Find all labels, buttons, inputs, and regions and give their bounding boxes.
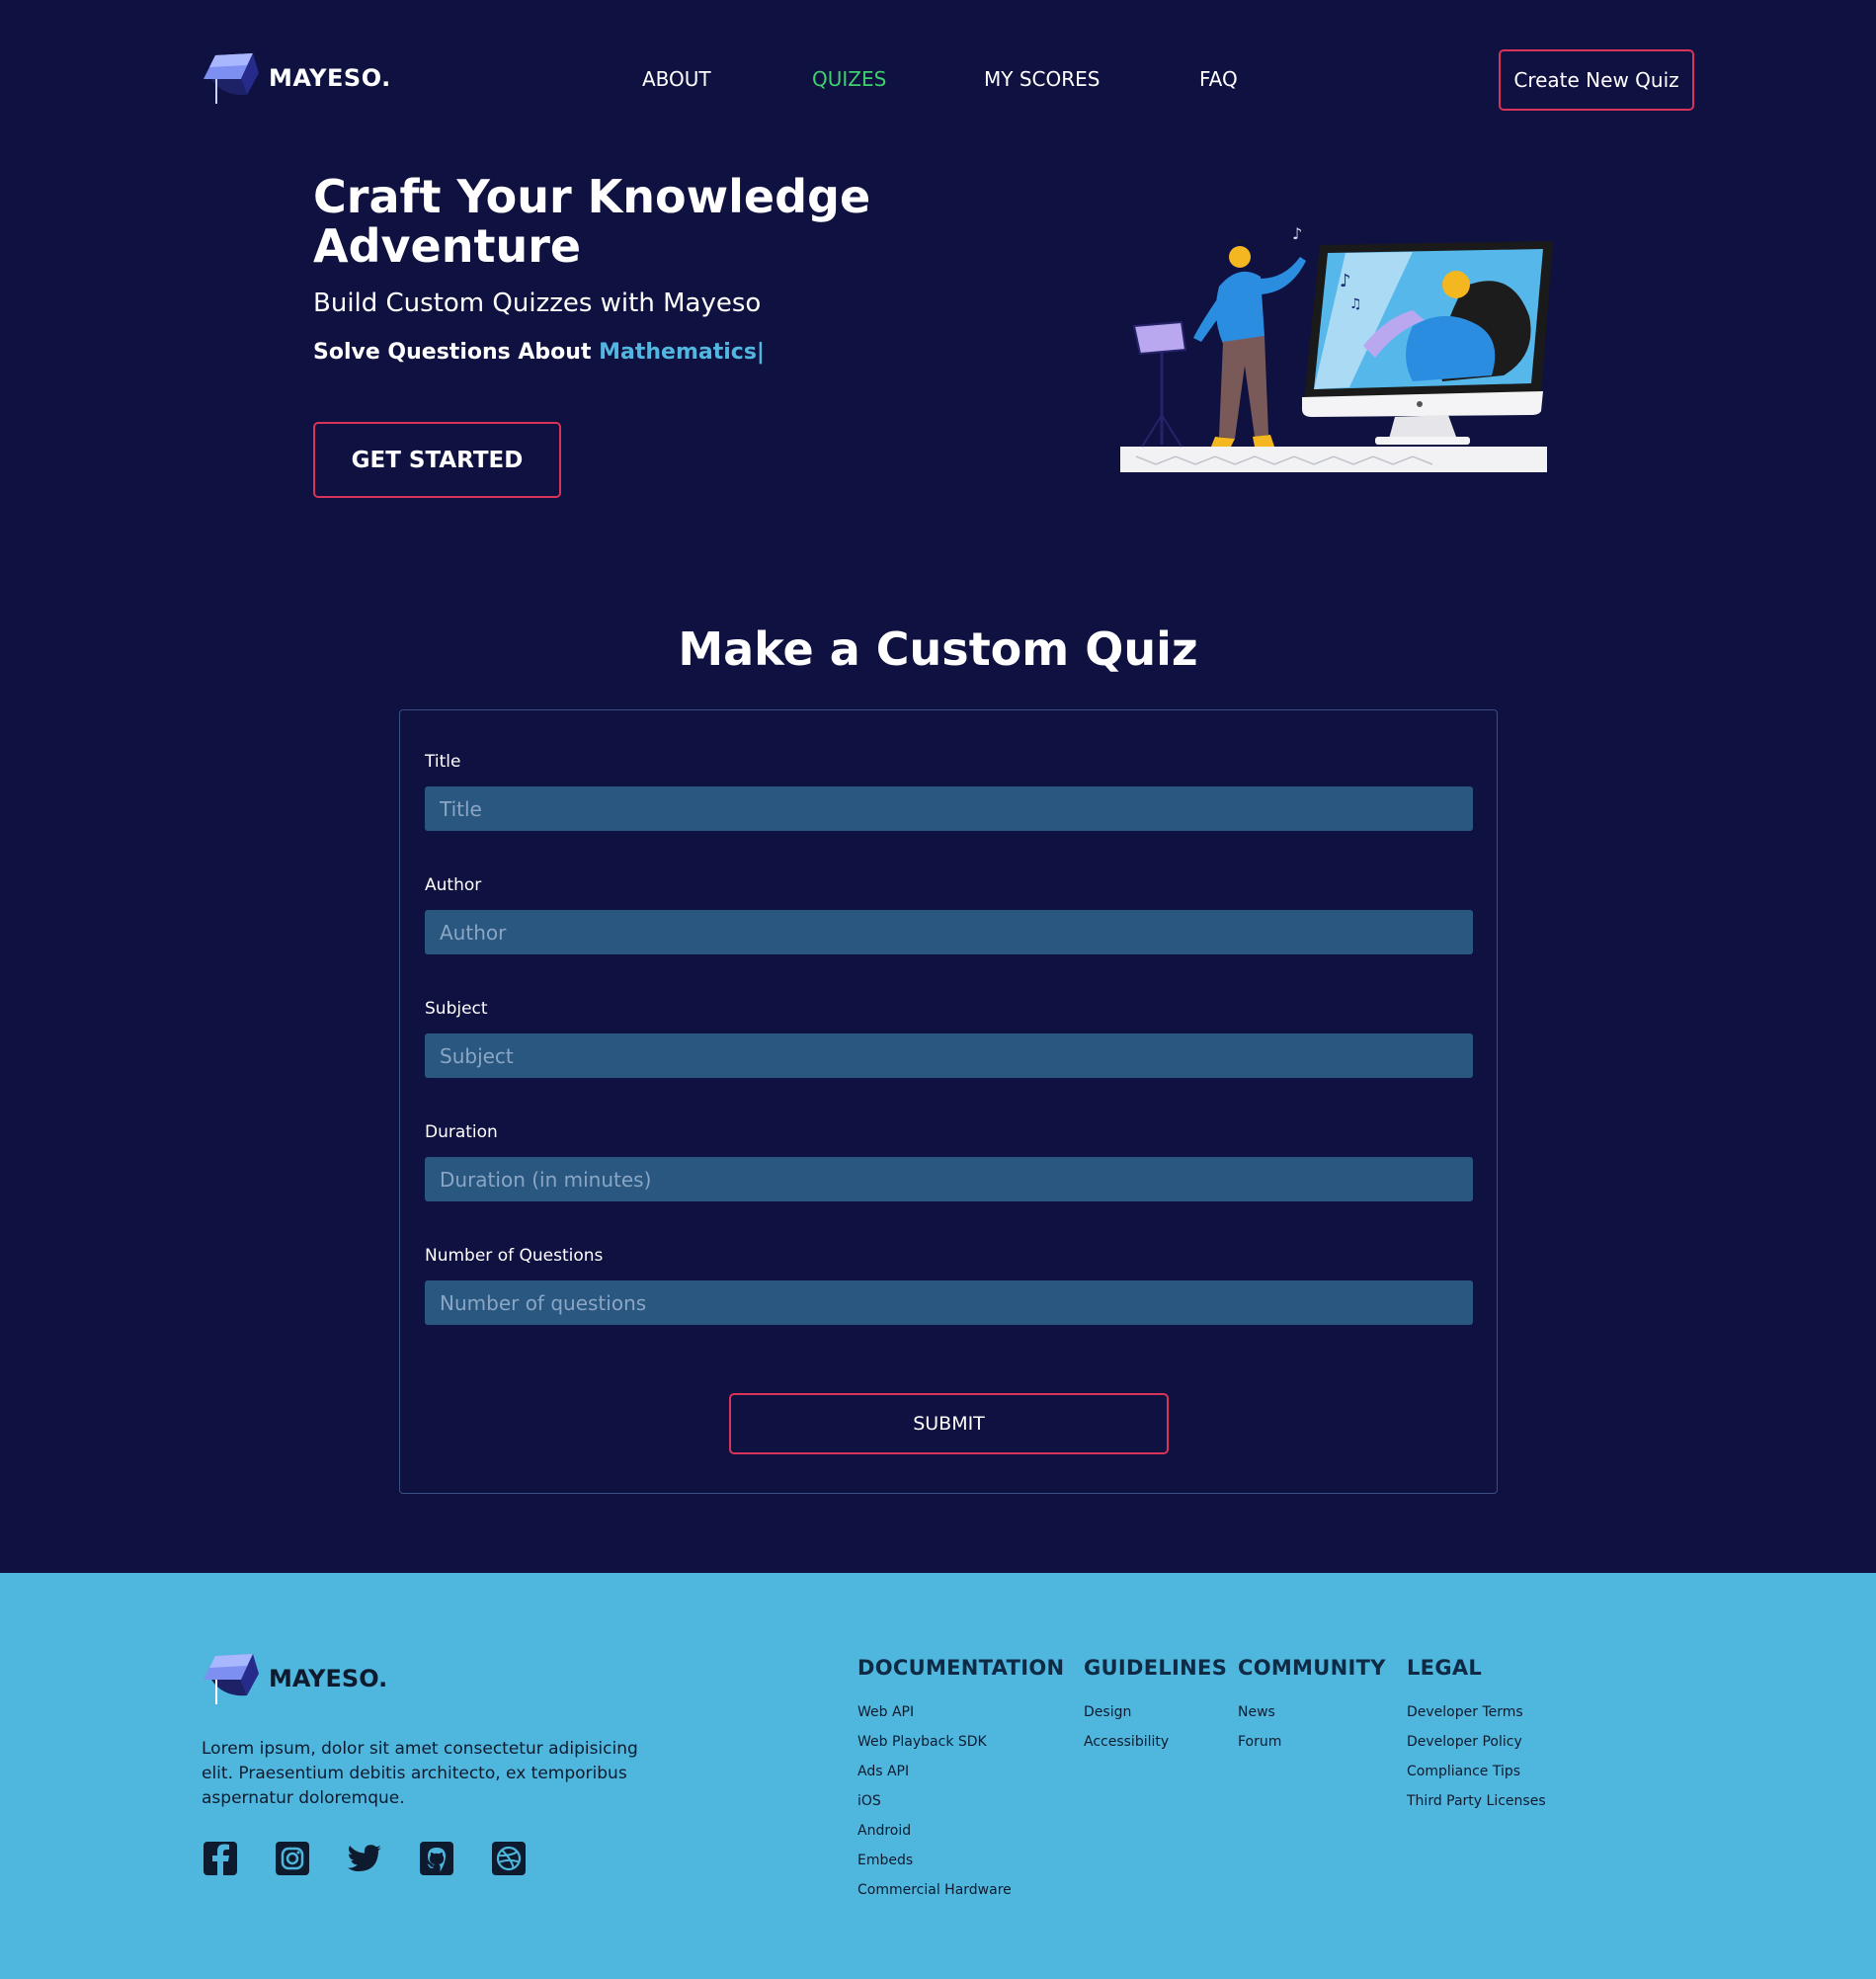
duration-input[interactable] <box>425 1157 1473 1201</box>
author-input[interactable] <box>425 910 1473 954</box>
social-links <box>202 1840 562 1877</box>
brand-name: MAYESO. <box>269 64 391 92</box>
duration-field-group: Duration <box>425 1122 1473 1201</box>
hero-subtitle: Build Custom Quizzes with Mayeso <box>313 289 762 318</box>
footer-link-forum[interactable]: Forum <box>1238 1727 1386 1757</box>
subject-label: Subject <box>425 999 488 1019</box>
footer-link-ads-api[interactable]: Ads API <box>857 1757 1064 1786</box>
nav-link-about[interactable]: ABOUT <box>642 67 711 91</box>
hero-illustration: ♪ ♫ ♪ <box>1120 227 1553 472</box>
footer-column-title: DOCUMENTATION <box>857 1656 1065 1680</box>
svg-text:♪: ♪ <box>1292 227 1302 243</box>
footer-column-title: COMMUNITY <box>1238 1656 1386 1680</box>
nav-link-quizes[interactable]: QUIZES <box>812 67 886 91</box>
brand-logo[interactable]: MAYESO. <box>202 49 391 107</box>
title-label: Title <box>425 752 461 772</box>
footer-link-web-api[interactable]: Web API <box>857 1697 1064 1727</box>
footer-link-embeds[interactable]: Embeds <box>857 1846 1064 1875</box>
author-label: Author <box>425 875 482 895</box>
footer-link-web-playback-sdk[interactable]: Web Playback SDK <box>857 1727 1064 1757</box>
svg-text:♪: ♪ <box>1340 271 1351 291</box>
hero-title: Craft Your Knowledge Adventure <box>313 172 926 271</box>
duration-label: Duration <box>425 1122 498 1142</box>
facebook-icon[interactable] <box>202 1840 239 1877</box>
question-count-label: Number of Questions <box>425 1246 604 1266</box>
title-input[interactable] <box>425 786 1473 831</box>
github-icon[interactable] <box>418 1840 455 1877</box>
top-navbar: MAYESO. ABOUT QUIZES MY SCORES FAQ Creat… <box>0 0 1876 158</box>
graduation-cap-icon <box>204 53 259 104</box>
get-started-button[interactable]: GET STARTED <box>313 422 561 498</box>
submit-button[interactable]: SUBMIT <box>729 1393 1169 1454</box>
title-field-group: Title <box>425 752 1473 831</box>
dribbble-icon[interactable] <box>490 1840 528 1877</box>
footer-link-commercial-hardware[interactable]: Commercial Hardware <box>857 1875 1064 1905</box>
create-new-quiz-button[interactable]: Create New Quiz <box>1499 49 1694 111</box>
subject-input[interactable] <box>425 1033 1473 1078</box>
nav-link-faq[interactable]: FAQ <box>1199 67 1238 91</box>
footer-link-ios[interactable]: iOS <box>857 1786 1064 1816</box>
svg-text:♫: ♫ <box>1349 296 1362 312</box>
nav-link-my-scores[interactable]: MY SCORES <box>984 67 1100 91</box>
author-field-group: Author <box>425 875 1473 954</box>
footer-column-legal: LEGAL Developer Terms Developer Policy C… <box>1407 1656 1546 1816</box>
footer-link-third-party-licenses[interactable]: Third Party Licenses <box>1407 1786 1546 1816</box>
solve-prefix: Solve Questions About <box>313 340 600 365</box>
graduation-cap-icon <box>204 1654 259 1704</box>
footer-column-community: COMMUNITY News Forum <box>1238 1656 1386 1757</box>
subject-field-group: Subject <box>425 999 1473 1078</box>
footer-link-developer-policy[interactable]: Developer Policy <box>1407 1727 1546 1757</box>
hero-solve-line: Solve Questions About Mathematics| <box>313 340 765 365</box>
footer-column-title: GUIDELINES <box>1084 1656 1228 1680</box>
footer-brand-logo[interactable]: MAYESO. <box>202 1650 387 1707</box>
custom-quiz-form: Title Author Subject Duration Number of … <box>399 709 1498 1494</box>
form-heading: Make a Custom Quiz <box>678 622 1198 676</box>
footer-link-design[interactable]: Design <box>1084 1697 1227 1727</box>
solve-topic-typing: Mathematics| <box>599 340 765 365</box>
footer-link-developer-terms[interactable]: Developer Terms <box>1407 1697 1546 1727</box>
twitter-icon[interactable] <box>346 1840 383 1877</box>
footer-link-compliance-tips[interactable]: Compliance Tips <box>1407 1757 1546 1786</box>
footer-column-title: LEGAL <box>1407 1656 1483 1680</box>
footer-link-news[interactable]: News <box>1238 1697 1386 1727</box>
footer-link-android[interactable]: Android <box>857 1816 1064 1846</box>
footer-brand-name: MAYESO. <box>269 1665 388 1692</box>
hero-title-line-1: Craft Your Knowledge <box>313 170 871 223</box>
footer: MAYESO. Lorem ipsum, dolor sit amet cons… <box>0 1573 1876 1979</box>
question-count-input[interactable] <box>425 1280 1473 1325</box>
hero-title-line-2: Adventure <box>313 219 582 273</box>
footer-link-accessibility[interactable]: Accessibility <box>1084 1727 1227 1757</box>
footer-description: Lorem ipsum, dolor sit amet consectetur … <box>202 1739 638 1808</box>
footer-column-guidelines: GUIDELINES Design Accessibility <box>1084 1656 1227 1757</box>
instagram-icon[interactable] <box>274 1840 311 1877</box>
footer-column-documentation: DOCUMENTATION Web API Web Playback SDK A… <box>857 1656 1064 1905</box>
question-count-field-group: Number of Questions <box>425 1246 1473 1325</box>
